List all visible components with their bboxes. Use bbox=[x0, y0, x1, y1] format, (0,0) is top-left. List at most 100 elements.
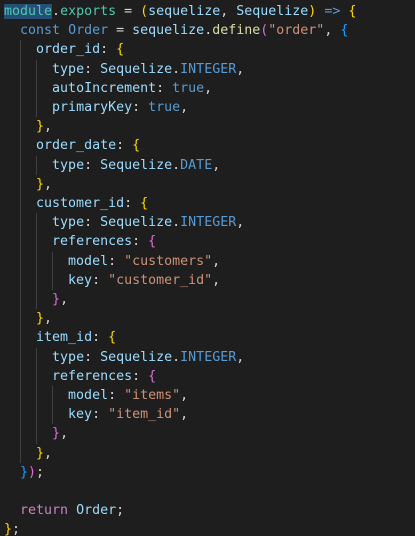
code-token: autoIncrement bbox=[52, 80, 157, 96]
code-line[interactable]: key: "customer_id", bbox=[4, 271, 220, 290]
code-token: , bbox=[60, 292, 69, 307]
code-line[interactable]: model: "customers", bbox=[4, 252, 220, 271]
code-token: type bbox=[52, 157, 85, 173]
code-token: , bbox=[204, 80, 213, 96]
code-line[interactable]: type: Sequelize.INTEGER, bbox=[4, 60, 244, 79]
code-token: : bbox=[108, 253, 125, 269]
code-token: order_id bbox=[36, 42, 101, 58]
code-token: , bbox=[60, 426, 69, 442]
code-token: define bbox=[212, 23, 261, 39]
code-token: INTEGER bbox=[180, 349, 237, 365]
code-token: , bbox=[236, 215, 245, 231]
code-token: = bbox=[116, 4, 141, 19]
code-token: Sequelize bbox=[100, 157, 173, 173]
code-token: { bbox=[348, 4, 357, 19]
code-line[interactable]: key: "item_id", bbox=[4, 405, 188, 424]
code-line[interactable]: references: { bbox=[4, 232, 156, 251]
code-token: } bbox=[36, 445, 45, 461]
code-token: item_id bbox=[36, 330, 93, 346]
code-token: . bbox=[172, 157, 181, 173]
code-token: : bbox=[92, 330, 109, 346]
code-token: type bbox=[52, 349, 85, 365]
code-line[interactable]: order_id: { bbox=[4, 40, 124, 59]
code-token: type bbox=[52, 215, 85, 231]
code-token: references bbox=[52, 368, 133, 384]
code-line[interactable]: order_date: { bbox=[4, 136, 140, 155]
code-line[interactable]: }, bbox=[4, 309, 52, 328]
code-token: : bbox=[132, 234, 149, 250]
code-token: , bbox=[44, 176, 53, 192]
code-line[interactable]: }, bbox=[4, 175, 52, 194]
code-line[interactable]: }; bbox=[4, 520, 20, 536]
code-token: : bbox=[116, 138, 133, 154]
code-token: ; bbox=[116, 503, 125, 519]
code-token: : bbox=[132, 100, 149, 115]
code-token: { bbox=[116, 42, 125, 58]
code-token: "items" bbox=[124, 388, 181, 403]
code-token: DATE bbox=[180, 157, 213, 173]
code-token: . bbox=[204, 23, 213, 39]
code-token: ; bbox=[36, 464, 45, 480]
code-token: , bbox=[212, 253, 221, 269]
code-line[interactable]: }); bbox=[4, 463, 44, 482]
code-token: . bbox=[172, 349, 181, 365]
code-token: key bbox=[68, 407, 93, 423]
code-token: } bbox=[36, 119, 45, 135]
code-token: INTEGER bbox=[180, 61, 237, 77]
code-line[interactable]: }, bbox=[4, 444, 52, 463]
code-token: sequelize bbox=[148, 4, 221, 19]
code-line[interactable]: }, bbox=[4, 424, 68, 443]
code-token: order_date bbox=[36, 138, 117, 154]
code-token: : bbox=[132, 368, 149, 384]
code-token: { bbox=[340, 23, 349, 39]
code-token: ; bbox=[12, 522, 21, 536]
code-token: : bbox=[124, 196, 141, 211]
code-line[interactable]: autoIncrement: true, bbox=[4, 79, 212, 98]
code-token: module bbox=[4, 4, 53, 19]
code-token: Sequelize bbox=[236, 4, 309, 19]
code-editor[interactable]: module.exports = (sequelize, Sequelize) … bbox=[0, 0, 415, 536]
code-token: , bbox=[180, 100, 189, 115]
code-token: , bbox=[44, 119, 53, 135]
code-line[interactable]: type: Sequelize.INTEGER, bbox=[4, 348, 244, 367]
code-line[interactable]: module.exports = (sequelize, Sequelize) … bbox=[4, 2, 356, 21]
code-token: . bbox=[172, 215, 181, 231]
code-token: { bbox=[148, 368, 157, 384]
code-token: : bbox=[84, 215, 101, 231]
code-token: primaryKey bbox=[52, 100, 133, 115]
code-line[interactable]: type: Sequelize.INTEGER, bbox=[4, 213, 244, 232]
code-token: , bbox=[44, 445, 53, 461]
code-token: references bbox=[52, 234, 133, 250]
code-token: , bbox=[212, 272, 221, 288]
code-line[interactable]: model: "items", bbox=[4, 386, 188, 405]
code-line[interactable]: references: { bbox=[4, 367, 156, 386]
code-token: , bbox=[180, 388, 189, 403]
code-token: = bbox=[108, 23, 133, 39]
code-token: : bbox=[84, 157, 101, 173]
code-token: Sequelize bbox=[100, 215, 173, 231]
code-line[interactable]: primaryKey: true, bbox=[4, 98, 188, 117]
code-line[interactable]: }, bbox=[4, 290, 68, 309]
code-line[interactable]: }, bbox=[4, 117, 52, 136]
code-token: , bbox=[236, 349, 245, 365]
code-token: { bbox=[132, 138, 141, 154]
code-line[interactable]: type: Sequelize.DATE, bbox=[4, 156, 220, 175]
code-line[interactable]: customer_id: { bbox=[4, 194, 148, 213]
code-line[interactable]: item_id: { bbox=[4, 328, 116, 347]
code-token: . bbox=[172, 61, 181, 77]
code-line[interactable]: const Order = sequelize.define("order", … bbox=[4, 21, 348, 40]
code-token: Order bbox=[68, 23, 109, 39]
code-token: "item_id" bbox=[108, 407, 181, 423]
code-token: , bbox=[44, 311, 53, 327]
code-line[interactable]: return Order; bbox=[4, 501, 124, 520]
code-token: : bbox=[100, 42, 117, 58]
